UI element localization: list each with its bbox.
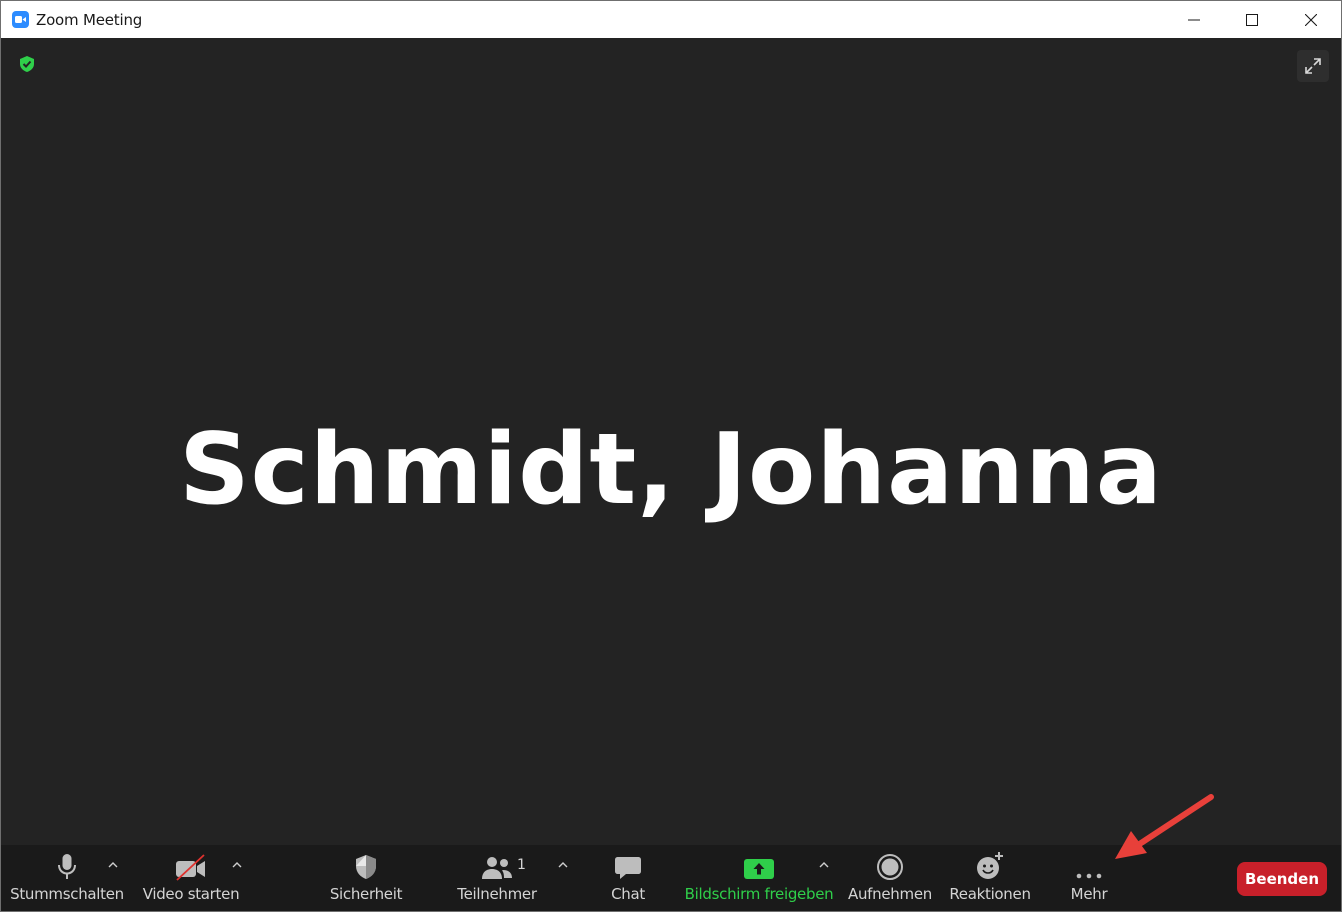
chevron-up-icon [108, 862, 118, 868]
share-screen-label: Bildschirm freigeben [684, 885, 834, 903]
expand-icon [1305, 58, 1321, 74]
record-label: Aufnehmen [848, 885, 932, 903]
share-options-caret[interactable] [816, 857, 832, 873]
mute-button[interactable]: Stummschalten [10, 845, 124, 911]
participants-button[interactable]: Teilnehmer [451, 845, 543, 911]
shield-check-icon[interactable] [18, 55, 36, 78]
reactions-button[interactable]: Reaktionen [945, 845, 1035, 911]
window-title: Zoom Meeting [36, 11, 143, 29]
close-button[interactable] [1288, 1, 1334, 38]
annotation-arrow-icon [1115, 794, 1214, 859]
reactions-label: Reaktionen [949, 885, 1031, 903]
zoom-camera-icon [12, 11, 29, 28]
start-video-button[interactable]: Video starten [139, 845, 243, 911]
participant-name: Schmidt, Johanna [179, 413, 1163, 527]
smiley-plus-icon [977, 852, 1003, 879]
video-options-caret[interactable] [229, 857, 245, 873]
maximize-icon [1246, 13, 1258, 26]
chat-bubble-icon [615, 857, 641, 879]
zoom-meeting-window: Zoom Meeting Schmidt, Johanna Stummschal… [0, 0, 1342, 912]
shield-icon [356, 855, 376, 879]
more-label: Mehr [1070, 885, 1108, 903]
maximize-button[interactable] [1229, 1, 1275, 38]
fullscreen-button[interactable] [1297, 50, 1329, 82]
participants-label: Teilnehmer [457, 885, 537, 903]
record-icon [877, 854, 903, 880]
video-off-icon [176, 854, 205, 881]
audio-options-caret[interactable] [105, 857, 121, 873]
mute-label: Stummschalten [10, 885, 124, 903]
minimize-icon [1188, 19, 1200, 20]
chevron-up-icon [232, 862, 242, 868]
participants-options-caret[interactable] [555, 857, 571, 873]
chevron-up-icon [819, 862, 829, 868]
chevron-up-icon [558, 862, 568, 868]
microphone-icon [58, 854, 76, 879]
ellipsis-icon [1076, 873, 1102, 879]
title-bar: Zoom Meeting [1, 1, 1341, 38]
participant-count: 1 [517, 857, 526, 873]
security-button[interactable]: Sicherheit [321, 845, 411, 911]
chat-label: Chat [611, 885, 645, 903]
share-screen-icon [744, 859, 774, 879]
share-screen-button[interactable]: Bildschirm freigeben [684, 845, 834, 911]
security-label: Sicherheit [329, 885, 403, 903]
chat-button[interactable]: Chat [597, 845, 659, 911]
end-meeting-button[interactable]: Beenden [1237, 862, 1327, 896]
meeting-stage: Schmidt, Johanna [1, 38, 1341, 845]
people-icon [482, 857, 512, 879]
video-label: Video starten [142, 885, 240, 903]
record-button[interactable]: Aufnehmen [845, 845, 935, 911]
minimize-button[interactable] [1171, 1, 1217, 38]
close-icon [1305, 13, 1317, 26]
